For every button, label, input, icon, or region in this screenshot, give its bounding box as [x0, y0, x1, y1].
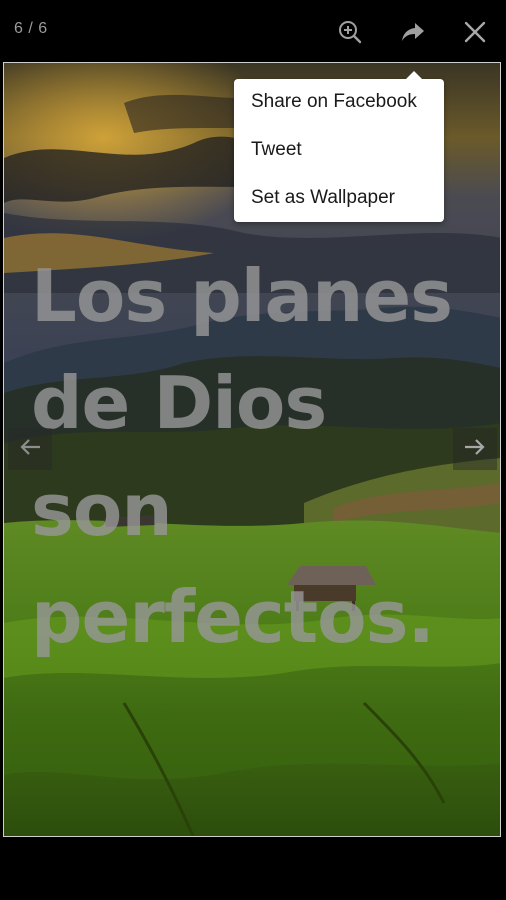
- close-button[interactable]: [459, 16, 491, 48]
- next-image-button[interactable]: [453, 428, 497, 470]
- image-counter: 6 / 6: [14, 20, 48, 37]
- quote-line: son: [31, 468, 173, 552]
- share-menu: Share on Facebook Tweet Set as Wallpaper: [234, 71, 444, 222]
- share-button[interactable]: [397, 16, 429, 48]
- zoom-button[interactable]: [334, 16, 366, 48]
- share-arrow-icon: [400, 20, 426, 44]
- menu-item-share-facebook[interactable]: Share on Facebook: [251, 91, 417, 113]
- close-icon: [463, 20, 487, 44]
- viewer-toolbar: 6 / 6: [0, 0, 506, 62]
- quote-line: de Dios: [31, 361, 327, 445]
- menu-item-set-wallpaper[interactable]: Set as Wallpaper: [251, 187, 395, 209]
- quote-line: Los planes: [31, 254, 453, 338]
- arrow-left-icon: [18, 437, 42, 462]
- previous-image-button[interactable]: [8, 428, 52, 470]
- arrow-right-icon: [463, 437, 487, 462]
- quote-line: perfectos.: [31, 575, 435, 659]
- quote-text: Los planes de Dios son perfectos.: [31, 243, 491, 671]
- menu-item-tweet[interactable]: Tweet: [251, 139, 302, 161]
- zoom-in-icon: [337, 19, 363, 45]
